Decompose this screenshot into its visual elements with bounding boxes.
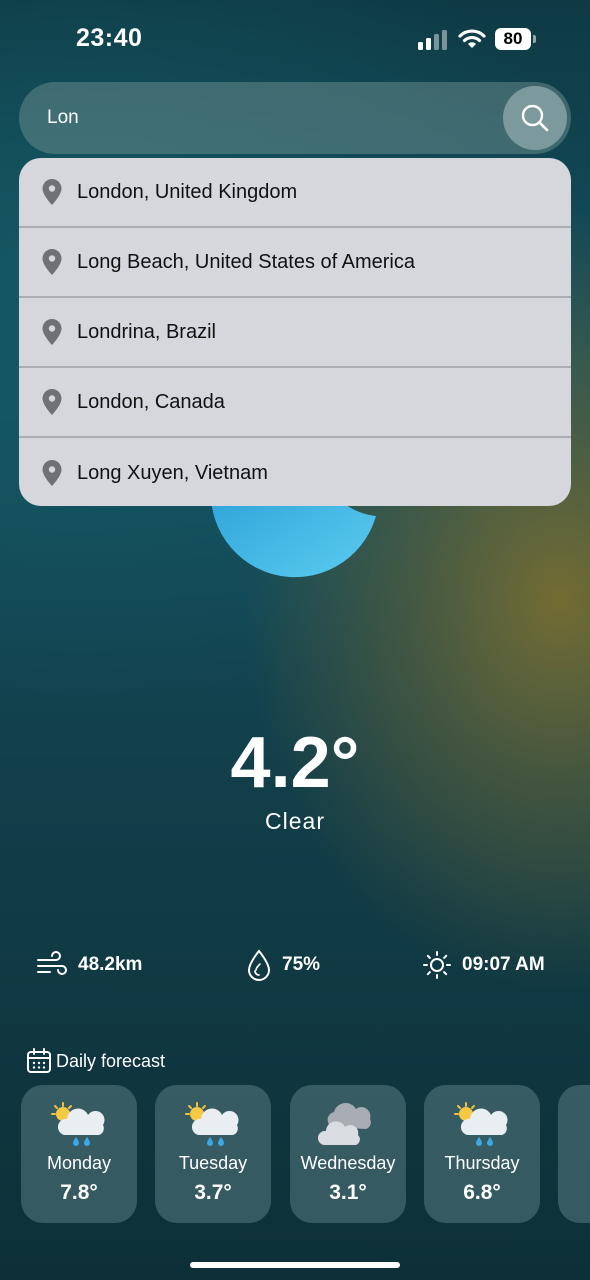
forecast-card-tuesday[interactable]: Tuesday 3.7° xyxy=(155,1085,271,1223)
suggestion-item[interactable]: Long Xuyen, Vietnam xyxy=(19,438,571,506)
wind-icon xyxy=(37,951,67,975)
search-bar xyxy=(19,82,571,154)
location-pin-icon xyxy=(42,179,62,205)
suggestion-label: Londrina, Brazil xyxy=(77,320,216,343)
forecast-day: Wednesday xyxy=(300,1153,396,1173)
sun-cloud-rain-icon xyxy=(51,1102,105,1146)
search-button[interactable] xyxy=(503,86,567,150)
humidity-value: 75% xyxy=(282,954,321,975)
sun-cloud-rain-icon xyxy=(185,1102,239,1146)
suggestion-label: Long Beach, United States of America xyxy=(77,250,415,273)
suggestion-item[interactable]: London, Canada xyxy=(19,368,571,438)
location-suggestions: London, United Kingdom Long Beach, Unite… xyxy=(19,158,571,506)
location-pin-icon xyxy=(42,319,62,345)
forecast-card-partial[interactable] xyxy=(558,1085,590,1223)
sunrise-value: 09:07 AM xyxy=(462,954,545,975)
home-indicator[interactable] xyxy=(190,1262,400,1268)
forecast-day: Tuesday xyxy=(178,1153,248,1173)
wind-value: 48.2km xyxy=(78,954,143,975)
sun-icon xyxy=(423,951,451,979)
forecast-temp: 6.8° xyxy=(463,1181,501,1204)
wifi-icon xyxy=(458,29,486,48)
humidity-stat: 75% xyxy=(246,948,320,982)
location-pin-icon xyxy=(42,249,62,275)
status-time: 23:40 xyxy=(76,24,143,52)
location-pin-icon xyxy=(42,460,62,486)
forecast-day: Thursday xyxy=(444,1153,520,1173)
forecast-temp: 3.7° xyxy=(194,1181,232,1204)
suggestion-label: London, United Kingdom xyxy=(77,180,298,203)
weather-condition: Clear xyxy=(265,808,325,834)
wind-stat: 48.2km xyxy=(36,948,142,982)
suggestion-item[interactable]: Londrina, Brazil xyxy=(19,298,571,368)
suggestion-label: Long Xuyen, Vietnam xyxy=(77,461,268,484)
current-temperature: 4.2° xyxy=(230,723,360,803)
search-input[interactable] xyxy=(47,102,487,134)
battery-indicator: 80 xyxy=(495,28,531,50)
location-pin-icon xyxy=(42,389,62,415)
humidity-icon xyxy=(247,949,271,981)
sunrise-stat: 09:07 AM xyxy=(422,948,545,982)
daily-forecast-header: Daily forecast xyxy=(26,1046,165,1076)
cloudy-icon xyxy=(318,1103,371,1145)
calendar-icon xyxy=(27,1048,51,1073)
status-bar: 23:40 80 xyxy=(0,0,590,80)
search-icon xyxy=(521,104,549,132)
daily-forecast-title: Daily forecast xyxy=(56,1050,166,1071)
forecast-card-thursday[interactable]: Thursday 6.8° xyxy=(424,1085,540,1223)
suggestion-item[interactable]: London, United Kingdom xyxy=(19,158,571,228)
forecast-card-wednesday[interactable]: Wednesday 3.1° xyxy=(290,1085,406,1223)
suggestion-label: London, Canada xyxy=(77,390,225,413)
suggestion-item[interactable]: Long Beach, United States of America xyxy=(19,228,571,298)
battery-tip xyxy=(533,35,536,43)
sun-cloud-rain-icon xyxy=(454,1102,508,1146)
forecast-temp: 3.1° xyxy=(329,1181,367,1204)
forecast-temp: 7.8° xyxy=(60,1181,98,1204)
cellular-signal-icon xyxy=(418,30,447,50)
forecast-card-monday[interactable]: Monday 7.8° xyxy=(21,1085,137,1223)
forecast-day: Monday xyxy=(46,1153,112,1173)
